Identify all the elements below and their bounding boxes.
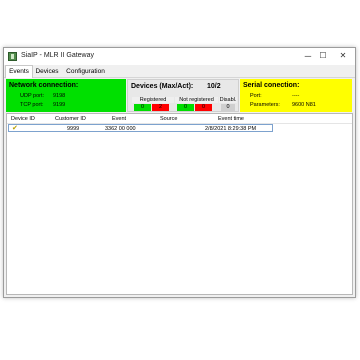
tab-bar: Events Devices Configuration	[4, 65, 355, 78]
column-device-id[interactable]: Device ID	[11, 116, 35, 122]
tab-configuration[interactable]: Configuration	[62, 66, 109, 77]
table-header: Device ID Customer ID Event Source Event…	[7, 114, 352, 124]
disabled-label: Disabl.	[219, 97, 237, 103]
devices-count: 10/2	[207, 83, 221, 90]
checkmark-icon: ✔	[12, 125, 18, 132]
column-source[interactable]: Source	[160, 116, 177, 122]
disabled-count: 0	[221, 104, 235, 111]
app-window: SiaIP - MLR II Gateway ─ ☐ ✕ Events Devi…	[3, 47, 356, 298]
app-icon	[8, 52, 17, 61]
registered-bad-count: 2	[152, 104, 169, 111]
udp-port-value: 9198	[53, 93, 66, 99]
udp-port-label: UDP port:	[20, 93, 45, 99]
events-table[interactable]: Device ID Customer ID Event Source Event…	[6, 113, 353, 295]
serial-port-value: ----	[292, 93, 300, 99]
tcp-port-value: 9199	[53, 102, 66, 108]
not-registered-label: Not registered	[175, 97, 218, 103]
not-registered-bad-count: 0	[195, 104, 212, 111]
not-registered-ok-count: 0	[177, 104, 194, 111]
maximize-button[interactable]: ☐	[315, 50, 331, 62]
network-connection-panel: Network connection: UDP port: 9198 TCP p…	[6, 79, 126, 112]
window-title: SiaIP - MLR II Gateway	[21, 52, 95, 59]
network-panel-title: Network connection:	[9, 82, 79, 89]
devices-panel: Devices (Max/Act): 10/2 Registered Not r…	[127, 79, 239, 112]
tab-events[interactable]: Events	[5, 65, 33, 78]
serial-params-label: Parameters:	[250, 102, 280, 108]
cell-event-time: 2/8/2021 8:29:38 PM	[205, 126, 257, 132]
column-event-time[interactable]: Event time	[218, 116, 244, 122]
serial-connection-panel: Serial conection: Port: ---- Parameters:…	[240, 79, 352, 112]
tcp-port-label: TCP port:	[20, 102, 44, 108]
table-row[interactable]: ✔ 9999 3362 00 000 2/8/2021 8:29:38 PM	[8, 124, 273, 132]
title-bar[interactable]: SiaIP - MLR II Gateway ─ ☐ ✕	[4, 48, 355, 65]
registered-ok-count: 0	[134, 104, 151, 111]
tab-devices[interactable]: Devices	[33, 66, 61, 77]
column-customer-id[interactable]: Customer ID	[55, 116, 86, 122]
cell-customer-id: 9999	[67, 126, 80, 132]
cell-event: 3362 00 000	[105, 126, 136, 132]
column-event[interactable]: Event	[112, 116, 126, 122]
registered-label: Registered	[132, 97, 174, 103]
close-button[interactable]: ✕	[335, 50, 351, 62]
serial-params-value: 9600 N81	[292, 102, 316, 108]
devices-panel-title: Devices (Max/Act):	[131, 83, 194, 90]
serial-port-label: Port:	[250, 93, 262, 99]
minimize-button[interactable]: ─	[300, 50, 316, 62]
serial-panel-title: Serial conection:	[243, 82, 300, 89]
